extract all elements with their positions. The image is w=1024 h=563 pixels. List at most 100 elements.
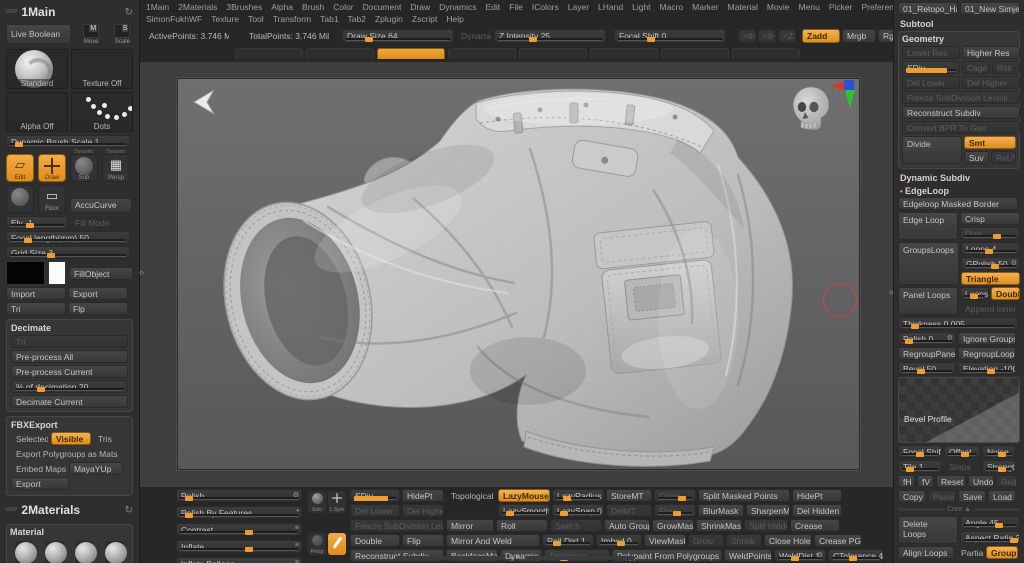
delete-loops-button[interactable]: Delete Loops xyxy=(898,516,958,544)
smt-button[interactable]: Smt xyxy=(964,136,1016,149)
visible-button[interactable]: Visible xyxy=(51,432,91,445)
menu-3brushes[interactable]: 3Brushes xyxy=(226,2,262,12)
dynamic-sub-button[interactable]: Dynamic Sub xyxy=(70,149,98,182)
delmt-button[interactable]: DelMT xyxy=(606,504,652,517)
slider-track[interactable] xyxy=(965,264,1016,269)
slider-handle[interactable] xyxy=(26,223,35,228)
slider-handle[interactable] xyxy=(647,37,656,42)
slider-track[interactable] xyxy=(180,496,298,501)
slider-track[interactable] xyxy=(964,538,1018,543)
slider-track[interactable] xyxy=(906,68,956,73)
edit-button[interactable]: ▱ Edit xyxy=(6,154,34,182)
imbed-0-slider[interactable]: Imbed 0 xyxy=(596,534,642,547)
menu-edit[interactable]: Edit xyxy=(485,2,500,12)
left-gutter-handle[interactable]: ‹› xyxy=(139,267,144,277)
noise-slider[interactable]: Noise xyxy=(982,445,1016,458)
slider-track[interactable] xyxy=(180,513,298,518)
loops-slider[interactable]: Loops xyxy=(960,287,989,300)
offset-slider[interactable]: Offset xyxy=(944,445,980,458)
groups-loops-button[interactable]: GroupsLoops xyxy=(898,242,960,285)
slider-track[interactable] xyxy=(354,496,396,501)
accucurve-button[interactable]: AccuCurve xyxy=(70,198,132,213)
focal-length-mm-50-slider[interactable]: Focal length(mm) 50 xyxy=(6,231,130,244)
z-intensity-25-slider[interactable]: Z Intensity 25 xyxy=(494,29,606,43)
slider-handle[interactable] xyxy=(985,249,994,254)
menu-zplugin[interactable]: Zplugin xyxy=(375,14,403,24)
menu-dynamics[interactable]: Dynamics xyxy=(439,2,476,12)
slider-track[interactable] xyxy=(964,294,985,299)
hidept-button[interactable]: HidePt xyxy=(792,489,842,502)
slider-track[interactable] xyxy=(10,142,126,147)
zadd-button[interactable]: Zadd xyxy=(802,29,840,43)
tile-1-slider[interactable]: Tile 1 xyxy=(898,460,942,473)
copy-button[interactable]: Copy xyxy=(898,490,926,503)
slider-track[interactable] xyxy=(180,547,298,552)
del-hidden-button[interactable]: Del Hidden xyxy=(792,504,842,517)
color-slider[interactable]: Color xyxy=(654,489,696,502)
thickness-0-005-slider[interactable]: Thickness 0.005 xyxy=(898,317,1018,330)
secondary-color-swatch[interactable] xyxy=(47,261,66,285)
slider-track[interactable] xyxy=(618,37,722,42)
slider-handle[interactable] xyxy=(905,467,914,472)
slider-handle[interactable] xyxy=(904,339,913,344)
slider-handle[interactable] xyxy=(354,496,388,501)
slider-handle[interactable] xyxy=(244,547,253,552)
higher-res-button[interactable]: Higher Res xyxy=(962,46,1020,59)
slider-handle[interactable] xyxy=(906,68,947,73)
reconstruct-subdiv-button[interactable]: Reconstruct Subdiv xyxy=(902,106,1020,119)
dynamic-solo-button[interactable]: Solo xyxy=(308,491,326,513)
lazysmooth-0-slider[interactable]: LazySmooth 0 xyxy=(498,504,550,517)
floor-button[interactable]: ▭ Floor xyxy=(38,185,66,213)
slider-track[interactable] xyxy=(902,339,952,344)
menu-icolors[interactable]: IColors xyxy=(532,2,559,12)
menu-picker[interactable]: Picker xyxy=(829,2,853,12)
slider-track[interactable] xyxy=(986,467,1012,472)
slider-handle[interactable] xyxy=(14,142,23,147)
tri-button[interactable]: Tri xyxy=(6,302,66,315)
material-sphere-button[interactable] xyxy=(6,185,34,213)
slider-handle[interactable] xyxy=(244,530,253,535)
slider-track[interactable] xyxy=(10,223,64,228)
mrgb-button[interactable]: Mrgb xyxy=(842,29,876,43)
menu-2materials[interactable]: 2Materials xyxy=(178,2,217,12)
menu-texture[interactable]: Texture xyxy=(211,14,239,24)
align-loops-button[interactable]: Align Loops xyxy=(898,546,954,559)
slider-track[interactable] xyxy=(10,253,126,258)
weldpoints-button[interactable]: WeldPoints xyxy=(724,549,772,562)
roll-dist-1-slider[interactable]: Roll Dist 1 xyxy=(542,534,594,547)
freeze-subdivision-levels-button[interactable]: Freeze SubDivision Levels xyxy=(350,519,444,532)
menu-tool[interactable]: Tool xyxy=(248,14,264,24)
edge-loop-button[interactable]: Edge Loop xyxy=(898,212,958,240)
slider-track[interactable] xyxy=(965,249,1016,254)
disp-slider[interactable]: Disp xyxy=(960,227,1020,240)
lazysnap-0-slider[interactable]: LazySnap 0 xyxy=(552,504,604,517)
grow-button[interactable]: Grow xyxy=(688,534,724,547)
triangle-button[interactable]: Triangle xyxy=(961,272,1020,285)
groups-button[interactable]: Groups xyxy=(986,546,1018,559)
of-decimation-20-slider[interactable]: % of decimation 20 xyxy=(11,380,128,393)
edgeloop-header[interactable]: • EdgeLoop xyxy=(898,184,1020,197)
slider-track[interactable] xyxy=(15,387,124,392)
draw-brush-button[interactable] xyxy=(328,532,346,555)
live-boolean-button[interactable]: Live Boolean xyxy=(6,24,71,44)
fv-button[interactable]: fV xyxy=(917,475,934,488)
menu-material[interactable]: Material xyxy=(728,2,758,12)
regrouppanels-button[interactable]: RegroupPanels xyxy=(898,347,956,360)
inflate-slider[interactable]: Inflate ≡ xyxy=(176,540,302,553)
menu-menu[interactable]: Menu xyxy=(799,2,820,12)
menu-light[interactable]: Light xyxy=(632,2,650,12)
split-masked-points-button[interactable]: Split Masked Points xyxy=(698,489,790,502)
z-button[interactable]: <Z> xyxy=(778,29,796,43)
angle-45-slider[interactable]: Angle 45 xyxy=(960,516,1020,529)
paste-button[interactable]: Paste xyxy=(928,490,956,503)
slider-track[interactable] xyxy=(962,369,1012,374)
divide-button[interactable]: Divide xyxy=(902,136,962,164)
refresh-icon[interactable]: ↻ xyxy=(125,505,133,516)
move-tool[interactable]: M Move xyxy=(81,24,102,45)
slider-handle[interactable] xyxy=(910,324,919,329)
rstr-button[interactable]: Rstr xyxy=(992,61,1020,74)
suv-button[interactable]: Suv xyxy=(964,151,989,164)
flip-button[interactable]: Flip xyxy=(402,534,444,547)
slider-track[interactable] xyxy=(964,234,1016,239)
menu-tab1[interactable]: Tab1 xyxy=(320,14,338,24)
